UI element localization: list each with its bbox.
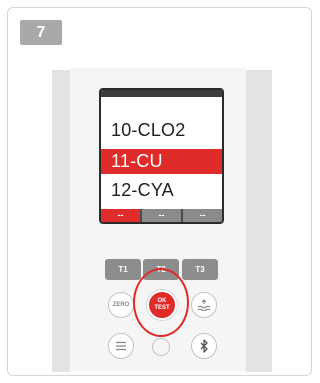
menu-button[interactable] [108, 333, 134, 359]
water-wave-icon [197, 299, 211, 311]
display-list-item: 12-CYA [111, 180, 174, 200]
water-button[interactable] [191, 292, 217, 318]
display-tab-3: -- [183, 209, 222, 222]
bluetooth-icon [200, 339, 208, 353]
display-tab-bar: -- -- -- [101, 209, 222, 222]
display-list-item-selected: 11-CU [101, 149, 222, 174]
display-tab-2: -- [142, 209, 181, 222]
step-number-badge: 7 [20, 20, 62, 45]
display-list-item: 10-CLO2 [111, 120, 186, 140]
menu-icon [116, 341, 126, 351]
zero-button[interactable]: ZERO [108, 292, 134, 318]
t3-button[interactable]: T3 [182, 259, 218, 280]
t1-button[interactable]: T1 [105, 259, 141, 280]
bluetooth-button[interactable] [191, 333, 217, 359]
center-indicator-ring [152, 338, 170, 356]
zero-label: ZERO [112, 302, 130, 308]
display-status-bar [101, 90, 222, 97]
display-tab-1: -- [101, 209, 140, 222]
device-display: 10-CLO2 11-CU 12-CYA -- -- -- [99, 88, 224, 224]
highlight-circle [133, 268, 189, 337]
